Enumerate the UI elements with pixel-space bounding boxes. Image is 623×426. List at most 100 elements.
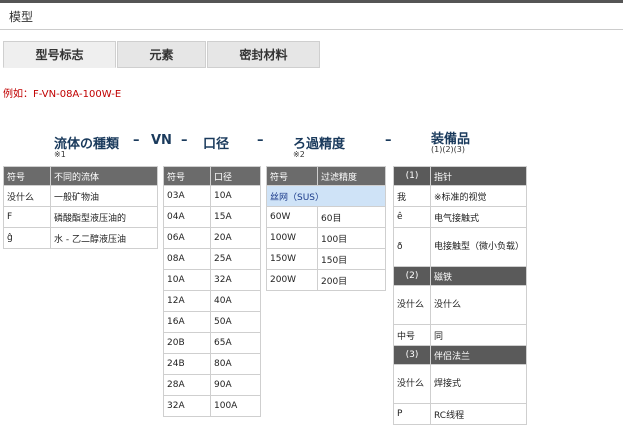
equipment-note: (1)(2)(3)	[431, 145, 465, 154]
column-header: 符号	[163, 166, 211, 186]
fluid-type-table: 符号 不同的流体 没什么 一般矿物油 F 磷酸酯型液压油的 ĝ水 - 乙二醇液压油	[3, 166, 158, 249]
table-row: ð 电接触型（微小负载）	[393, 227, 527, 267]
code-cell: 32A	[163, 395, 211, 417]
group-name: 磁铁	[430, 266, 527, 286]
table-row: P RC线程	[393, 403, 527, 425]
value-cell: 焊接式	[430, 364, 527, 404]
value-cell: 25A	[210, 248, 261, 270]
table-row: 16A 50A	[163, 311, 261, 333]
equipment-table: (1) 指针 我 ※标准的视觉 ê 电气接触式 ð 电接触型（微小负载） (2) 磁铁…	[393, 166, 527, 425]
column-header: 过滤精度	[317, 166, 386, 186]
code-cell: 中号	[393, 324, 431, 346]
table-row: 03A 10A	[163, 185, 261, 207]
filtration-note: ※2	[293, 150, 305, 159]
code-cell: 200W	[266, 269, 318, 291]
table-row: 20B 65A	[163, 332, 261, 354]
code-cell: ð	[393, 227, 431, 267]
table-row: 中号同	[393, 324, 527, 346]
value-cell: 磷酸酯型液压油的	[50, 206, 158, 228]
tab-seal-material[interactable]: 密封材料	[207, 41, 320, 68]
value-cell: 65A	[210, 332, 261, 354]
table-row: 04A 15A	[163, 206, 261, 228]
value-cell: RC线程	[430, 403, 527, 425]
table-row: ĝ水 - 乙二醇液压油	[3, 227, 158, 249]
code-cell: 28A	[163, 374, 211, 396]
value-cell: 电气接触式	[430, 206, 527, 228]
table-row: 没什么 一般矿物油	[3, 185, 158, 207]
value-cell: 15A	[210, 206, 261, 228]
code-cell: 150W	[266, 248, 318, 270]
value-cell: ※标准的视觉	[430, 185, 527, 207]
table-row: 150W 150目	[266, 248, 386, 270]
code-cell: 没什么	[393, 364, 431, 404]
code-cell: ĝ	[3, 227, 51, 249]
tab-model-code[interactable]: 型号标志	[3, 41, 116, 68]
section-title: 模型	[9, 10, 34, 24]
table-row: 12A 40A	[163, 290, 261, 312]
separator-dash: –	[133, 133, 140, 148]
table-row: 没什么 没什么	[393, 285, 527, 325]
code-cell: 100W	[266, 227, 318, 249]
title-divider	[0, 29, 623, 30]
table-row: 60W 60目	[266, 206, 386, 228]
table-row: 08A 25A	[163, 248, 261, 270]
value-cell: 一般矿物油	[50, 185, 158, 207]
code-cell: 06A	[163, 227, 211, 249]
separator-dash: –	[181, 133, 188, 148]
table-row: 200W 200目	[266, 269, 386, 291]
group-number: (2)	[393, 266, 431, 286]
code-cell: 60W	[266, 206, 318, 228]
value-cell: 20A	[210, 227, 261, 249]
code-cell: 没什么	[393, 285, 431, 325]
code-cell: 16A	[163, 311, 211, 333]
header-vn: VN	[151, 133, 172, 148]
column-header: 口径	[210, 166, 261, 186]
code-cell: 03A	[163, 185, 211, 207]
code-cell: 24B	[163, 353, 211, 375]
column-header: 符号	[266, 166, 318, 186]
value-cell: 60目	[317, 206, 386, 228]
code-cell: 20B	[163, 332, 211, 354]
column-header: 不同的流体	[50, 166, 158, 186]
value-cell: 10A	[210, 185, 261, 207]
table-row: 32A 100A	[163, 395, 261, 417]
value-cell: 90A	[210, 374, 261, 396]
group-number: (1)	[393, 166, 431, 186]
code-cell: ê	[393, 206, 431, 228]
value-cell: 没什么	[430, 285, 527, 325]
code-cell: 我	[393, 185, 431, 207]
value-cell: 50A	[210, 311, 261, 333]
group-name: 指针	[430, 166, 527, 186]
table-row: 06A 20A	[163, 227, 261, 249]
filtration-table: 符号 过滤精度 丝网（SUS） 60W 60目 100W 100目 150W 150目…	[266, 166, 386, 291]
value-cell: 40A	[210, 290, 261, 312]
table-row: ê 电气接触式	[393, 206, 527, 228]
separator-dash: –	[257, 133, 264, 148]
code-cell: F	[3, 206, 51, 228]
group-name: 伴侣法兰	[430, 345, 527, 365]
table-row: 我 ※标准的视觉	[393, 185, 527, 207]
group-number: (3)	[393, 345, 431, 365]
separator-dash: –	[385, 133, 392, 148]
top-border	[0, 0, 623, 3]
table-row: 100W 100目	[266, 227, 386, 249]
tab-elements[interactable]: 元素	[117, 41, 206, 68]
port-size-table: 符号 口径 03A 10A 04A 15A 06A 20A 08A 25A 10A 32A…	[163, 166, 261, 417]
table-row: 28A 90A	[163, 374, 261, 396]
value-cell: 150目	[317, 248, 386, 270]
value-cell: 同	[430, 324, 527, 346]
table-row: 没什么 焊接式	[393, 364, 527, 404]
value-cell: 200目	[317, 269, 386, 291]
code-cell: 04A	[163, 206, 211, 228]
code-cell: P	[393, 403, 431, 425]
value-cell: 水 - 乙二醇液压油	[50, 227, 158, 249]
fluid-note: ※1	[54, 150, 66, 159]
code-cell: 08A	[163, 248, 211, 270]
code-cell: 12A	[163, 290, 211, 312]
table-row: F 磷酸酯型液压油的	[3, 206, 158, 228]
mesh-subheader: 丝网（SUS）	[266, 185, 386, 207]
value-cell: 100A	[210, 395, 261, 417]
column-header: 符号	[3, 166, 51, 186]
value-cell: 32A	[210, 269, 261, 291]
value-cell: 80A	[210, 353, 261, 375]
